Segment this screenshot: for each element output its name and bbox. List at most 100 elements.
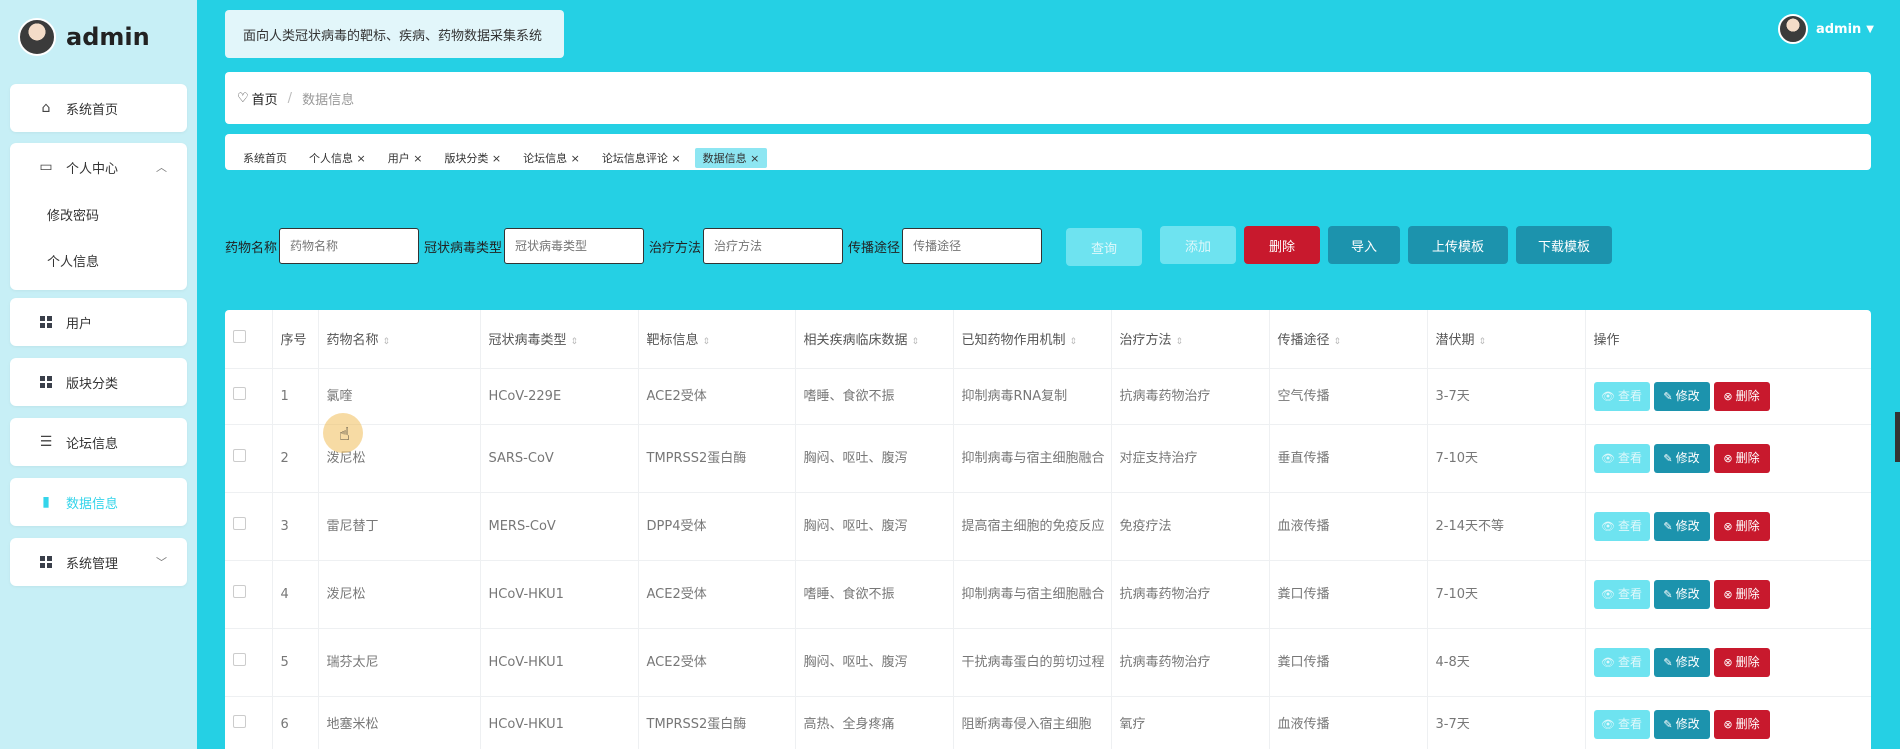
col-header-sortable[interactable]: 冠状病毒类型 ⇕ (480, 310, 639, 369)
avatar[interactable] (18, 18, 56, 56)
row-delete-button[interactable]: ⊗ 删除 (1713, 579, 1770, 609)
row-checkbox[interactable] (233, 448, 246, 462)
view-button[interactable]: 👁 查看 (1593, 709, 1650, 739)
download-template-button[interactable]: 下载模板 (1516, 226, 1612, 264)
view-button-label: 查看 (1617, 518, 1642, 533)
spread-input[interactable] (902, 228, 1043, 264)
sort-icon: ⇕ (382, 337, 391, 348)
sidebar-item-users[interactable]: 用户 (10, 298, 187, 346)
sidebar-item-forum-info[interactable]: ☰ 论坛信息 (10, 418, 187, 466)
cell-virus: SARS-CoV (480, 424, 639, 493)
col-header-sortable[interactable]: 治疗方法 ⇕ (1111, 310, 1270, 369)
edit-button[interactable]: ✎ 修改 (1653, 443, 1710, 473)
sidebar-item-home[interactable]: ⌂ 系统首页 (10, 84, 187, 132)
edit-button[interactable]: ✎ 修改 (1653, 511, 1710, 541)
chart-icon: ▮ (42, 494, 50, 510)
tag-board-category[interactable]: 版块分类 × (436, 148, 509, 168)
cell-virus: MERS-CoV (480, 492, 639, 561)
col-header-label: 靶标信息 (646, 333, 699, 349)
table-header: 序号 药物名称 ⇕ 冠状病毒类型 ⇕ 靶标信息 ⇕ 相关疾病临床数据 ⇕ 已知药物作用机… (225, 310, 1871, 369)
row-checkbox[interactable] (233, 386, 246, 400)
cell-incub: 4-8天 (1427, 628, 1586, 697)
pencil-icon: ✎ (1663, 389, 1673, 403)
edit-button[interactable]: ✎ 修改 (1653, 381, 1710, 411)
tag-forum-info[interactable]: 论坛信息 × (515, 148, 588, 168)
row-checkbox[interactable] (233, 516, 246, 530)
cell-no: 3 (272, 492, 319, 561)
home-icon: ⌂ (41, 100, 51, 116)
virus-type-label: 冠状病毒类型 (424, 240, 503, 256)
view-button[interactable]: 👁 查看 (1593, 511, 1650, 541)
edit-button[interactable]: ✎ 修改 (1653, 579, 1710, 609)
tags-view: 系统首页 个人信息 × 用户 × 版块分类 × 论坛信息 × 论坛信息评论 × … (225, 134, 1871, 170)
tag-personal-info[interactable]: 个人信息 × (301, 148, 374, 168)
tag-home[interactable]: 系统首页 (235, 148, 295, 168)
sidebar-item-board-category[interactable]: 版块分类 (10, 358, 187, 406)
table-row: 6 地塞米松 HCoV-HKU1 TMPRSS2蛋白酶 高热、全身疼痛 阻断病毒侵入宿主细… (225, 696, 1871, 749)
col-header-sortable[interactable]: 已知药物作用机制 ⇕ (953, 310, 1112, 369)
col-header-sortable[interactable]: 相关疾病临床数据 ⇕ (795, 310, 954, 369)
delete-button[interactable]: 删除 (1244, 226, 1320, 264)
col-header-label: 传播途径 (1277, 333, 1330, 349)
scrollbar-thumb[interactable] (1895, 412, 1900, 462)
close-circle-icon: ⊗ (1723, 519, 1733, 533)
tag-data-info[interactable]: 数据信息 × (694, 148, 768, 168)
eye-icon: 👁 (1601, 655, 1615, 669)
user-menu[interactable]: admin ▼ (1777, 14, 1874, 44)
view-button-label: 查看 (1617, 388, 1642, 403)
cell-mech: 抑制病毒与宿主细胞融合 (953, 424, 1112, 493)
table-row: 5 瑞芬太尼 HCoV-HKU1 ACE2受体 胸闷、呕吐、腹泻 干扰病毒蛋白的剪切过程抗… (225, 628, 1871, 697)
import-button[interactable]: 导入 (1328, 226, 1400, 264)
edit-button[interactable]: ✎ 修改 (1653, 647, 1710, 677)
sidebar-item-system-management[interactable]: 系统管理 ﹀ (10, 538, 187, 586)
drug-name-input[interactable] (279, 228, 420, 264)
col-header-sortable[interactable]: 潜伏期 ⇕ (1427, 310, 1586, 369)
cell-treat: 抗病毒药物治疗 (1111, 368, 1270, 425)
cell-drug: 雷尼替丁 (318, 492, 481, 561)
row-checkbox[interactable] (233, 714, 246, 728)
row-checkbox[interactable] (233, 584, 246, 598)
row-delete-button[interactable]: ⊗ 删除 (1713, 709, 1770, 739)
grid-icon (38, 554, 54, 570)
sidebar-item-label: 用户 (66, 316, 93, 332)
edit-button-label: 修改 (1675, 716, 1700, 731)
view-button[interactable]: 👁 查看 (1593, 443, 1650, 473)
add-button[interactable]: 添加 (1160, 226, 1236, 264)
sidebar-item-change-password[interactable]: 修改密码 (10, 191, 187, 237)
tag-forum-comments[interactable]: 论坛信息评论 × (594, 148, 689, 168)
sort-icon: ⇕ (1333, 337, 1342, 348)
col-header-sortable[interactable]: 药物名称 ⇕ (318, 310, 481, 369)
view-button[interactable]: 👁 查看 (1593, 647, 1650, 677)
sidebar-item-personal-info[interactable]: 个人信息 (10, 237, 187, 283)
row-delete-button[interactable]: ⊗ 删除 (1713, 511, 1770, 541)
edit-button-label: 修改 (1675, 450, 1700, 465)
sidebar-item-label: 论坛信息 (66, 436, 119, 452)
cell-target: ACE2受体 (638, 560, 796, 629)
tag-users[interactable]: 用户 × (380, 148, 431, 168)
col-header-sortable[interactable]: 传播途径 ⇕ (1269, 310, 1428, 369)
edit-button[interactable]: ✎ 修改 (1653, 709, 1710, 739)
sidebar-username: admin (66, 23, 150, 51)
treatment-input[interactable] (703, 228, 844, 264)
chevron-up-icon: ︿ (156, 161, 167, 174)
breadcrumb-home[interactable]: 首页 (252, 89, 278, 108)
sidebar-item-personal-center[interactable]: ▭ 个人中心 ︿ (10, 143, 187, 191)
breadcrumb-current: 数据信息 (302, 92, 355, 108)
cell-virus: HCoV-HKU1 (480, 696, 639, 749)
virus-type-input[interactable] (504, 228, 645, 264)
view-button[interactable]: 👁 查看 (1593, 381, 1650, 411)
row-checkbox[interactable] (233, 652, 246, 666)
row-delete-button[interactable]: ⊗ 删除 (1713, 647, 1770, 677)
view-button[interactable]: 👁 查看 (1593, 579, 1650, 609)
row-delete-button[interactable]: ⊗ 删除 (1713, 443, 1770, 473)
cell-mech: 干扰病毒蛋白的剪切过程 (953, 628, 1112, 697)
query-button[interactable]: 查询 (1066, 228, 1142, 266)
sidebar-item-data-info[interactable]: ▮ 数据信息 (10, 478, 187, 526)
sidebar-item-label: 系统管理 (66, 556, 119, 572)
row-delete-button-label: 删除 (1735, 586, 1760, 601)
row-delete-button[interactable]: ⊗ 删除 (1713, 381, 1770, 411)
upload-template-button[interactable]: 上传模板 (1408, 226, 1508, 264)
breadcrumb-separator: / (287, 90, 293, 106)
col-header-sortable[interactable]: 靶标信息 ⇕ (638, 310, 796, 369)
select-all-checkbox[interactable] (233, 330, 246, 344)
